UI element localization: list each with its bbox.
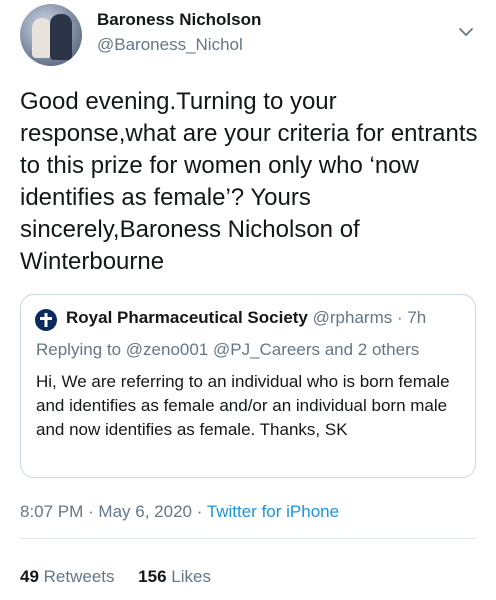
timestamp: 8:07 PM · May 6, 2020 ·: [20, 502, 207, 521]
avatar-person-right: [50, 14, 72, 60]
replying-to: Replying to @zeno001 @PJ_Careers and 2 o…: [36, 340, 420, 359]
likes-label: Likes: [171, 567, 211, 586]
source-link[interactable]: Twitter for iPhone: [207, 502, 339, 521]
quoted-author-name: Royal Pharmaceutical Society: [66, 308, 308, 327]
likes-stat[interactable]: 156 Likes: [138, 567, 211, 586]
tweet-meta: 8:07 PM · May 6, 2020 · Twitter for iPho…: [20, 502, 339, 522]
quoted-text: Hi, We are referring to an individual wh…: [36, 372, 450, 439]
divider: [20, 538, 476, 539]
quoted-tweet[interactable]: Royal Pharmaceutical Society @rpharms · …: [20, 294, 476, 478]
avatar-person-left: [32, 18, 52, 58]
quoted-time: · 7h: [396, 308, 427, 327]
retweets-label: Retweets: [43, 567, 115, 586]
likes-count: 156: [138, 567, 167, 586]
avatar[interactable]: [20, 4, 82, 66]
tweet-text: Good evening.Turning to your response,wh…: [20, 88, 478, 275]
retweets-count: 49: [20, 567, 39, 586]
chevron-down-icon[interactable]: [456, 22, 476, 42]
engagement-stats: 49 Retweets 156 Likes: [20, 567, 211, 587]
author-name[interactable]: Baroness Nicholson: [97, 10, 261, 30]
quoted-author[interactable]: Royal Pharmaceutical Society @rpharms · …: [66, 308, 426, 328]
retweets-stat[interactable]: 49 Retweets: [20, 567, 115, 586]
quoted-author-handle: @rpharms: [312, 308, 393, 327]
rps-logo-icon: [35, 309, 57, 331]
author-handle[interactable]: @Baroness_Nichol: [97, 35, 243, 55]
